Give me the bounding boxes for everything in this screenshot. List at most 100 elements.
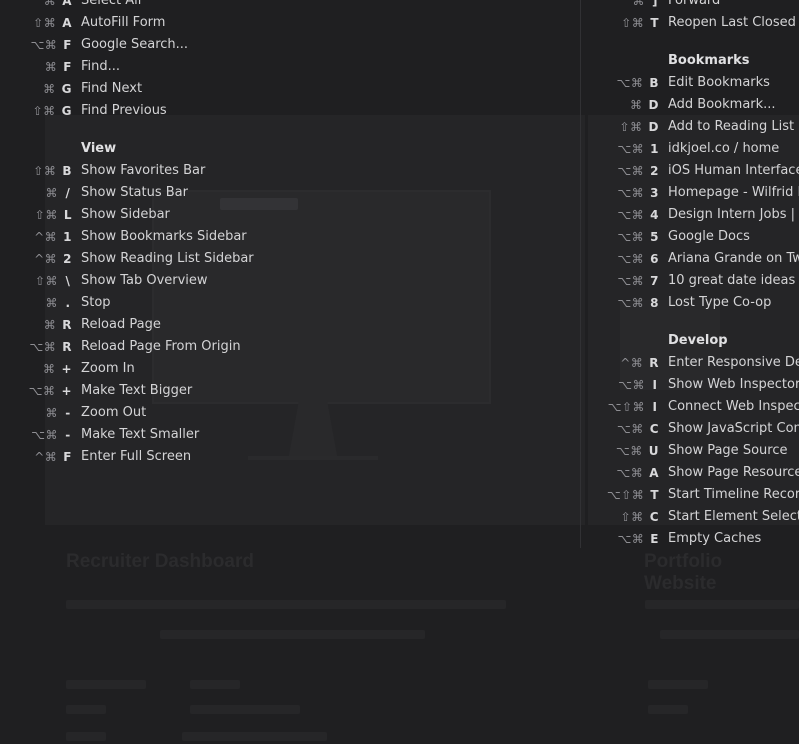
modifier-keys: ⌥⌘ bbox=[617, 186, 645, 200]
background-text-line bbox=[66, 600, 506, 609]
shortcut-row: ⇧⌘ T Reopen Last Closed T bbox=[0, 12, 799, 34]
shortcut-label: Design Intern Jobs | L bbox=[668, 207, 799, 222]
shortcut-label: Add Bookmark... bbox=[668, 97, 776, 112]
shortcut-keys: ⇧⌘ T bbox=[0, 12, 659, 34]
modifier-keys: ⌥⇧⌘ bbox=[606, 488, 645, 502]
shortcut-label: Homepage - Wilfrid La bbox=[668, 185, 799, 200]
shortcut-keys: ⌥⌘ 2 bbox=[0, 160, 659, 182]
shortcut-key: C bbox=[649, 422, 659, 436]
background-text-line bbox=[66, 705, 106, 714]
section-header: Bookmarks bbox=[668, 53, 750, 68]
shortcut-key: R bbox=[649, 356, 659, 370]
background-text-line bbox=[182, 732, 327, 741]
modifier-keys: ⌥⌘ bbox=[615, 444, 643, 458]
background-text-line bbox=[645, 600, 799, 609]
shortcut-key: D bbox=[648, 98, 659, 112]
shortcut-row: ⌥⌘ U Show Page Source bbox=[0, 440, 799, 462]
shortcut-row: ⇧⌘ C Start Element Selectio bbox=[0, 506, 799, 528]
shortcut-row: ⌥⌘ 8 Lost Type Co-op bbox=[0, 292, 799, 314]
shortcut-row: ⌥⌘ 5 Google Docs bbox=[0, 226, 799, 248]
background-text-line bbox=[66, 732, 106, 741]
shortcut-keys: ⌥⌘ C bbox=[0, 418, 659, 440]
modifier-keys: ⌥⌘ bbox=[617, 532, 645, 546]
shortcut-label: Reopen Last Closed T bbox=[668, 15, 799, 30]
shortcut-row: ⌘] Forward bbox=[0, 0, 799, 12]
shortcut-label: Add to Reading List bbox=[668, 119, 795, 134]
shortcut-keys: ^⌘ R bbox=[0, 352, 659, 374]
modifier-keys: ⇧⌘ bbox=[620, 510, 644, 524]
shortcut-key: 6 bbox=[650, 252, 659, 266]
shortcut-row: ⌥⌘ 1 idkjoel.co / home bbox=[0, 138, 799, 160]
background-text-line bbox=[66, 680, 146, 689]
modifier-keys: ^⌘ bbox=[620, 356, 644, 370]
modifier-keys: ⌘ bbox=[630, 98, 643, 112]
shortcut-key: 8 bbox=[650, 296, 659, 310]
shortcut-label: 10 great date ideas in bbox=[668, 273, 799, 288]
modifier-keys: ⌥⌘ bbox=[617, 164, 645, 178]
shortcut-label: Forward bbox=[668, 0, 721, 8]
background-right-heading: Portfolio Website bbox=[644, 551, 723, 594]
shortcut-key: A bbox=[649, 466, 659, 480]
shortcut-label: Empty Caches bbox=[668, 531, 762, 546]
shortcut-key: 4 bbox=[650, 208, 659, 222]
shortcut-label: idkjoel.co / home bbox=[668, 141, 780, 156]
modifier-keys: ⌥⌘ bbox=[616, 76, 644, 90]
shortcut-key: E bbox=[650, 532, 659, 546]
shortcut-key: T bbox=[650, 16, 659, 30]
shortcut-row: ⌥⌘ B Edit Bookmarks bbox=[0, 72, 799, 94]
modifier-keys: ⌘ bbox=[632, 0, 645, 8]
shortcut-keys: ⌥⌘ U bbox=[0, 440, 659, 462]
shortcut-key: 7 bbox=[650, 274, 659, 288]
shortcut-row: ⇧⌘ D Add to Reading List bbox=[0, 116, 799, 138]
shortcut-label: Ariana Grande on Twit bbox=[668, 251, 799, 266]
modifier-keys: ⌘ bbox=[43, 318, 57, 332]
shortcut-row: ^⌘ R Enter Responsive Des bbox=[0, 352, 799, 374]
modifier-keys: ⌥⌘ bbox=[617, 142, 645, 156]
shortcut-row: ⌥⌘ E Empty Caches bbox=[0, 528, 799, 550]
shortcut-label: Google Search... bbox=[81, 37, 189, 52]
shortcut-keys: ⌥⌘ 8 bbox=[0, 292, 659, 314]
shortcut-keys: ⌥⌘ 6 bbox=[0, 248, 659, 270]
shortcut-key: T bbox=[650, 488, 659, 502]
shortcut-label: iOS Human Interface G bbox=[668, 163, 799, 178]
shortcut-row: ⌥⌘ I Show Web Inspector bbox=[0, 374, 799, 396]
shortcut-label: Show Page Source bbox=[668, 443, 788, 458]
shortcut-keys: ⌘] bbox=[0, 0, 659, 12]
shortcut-key: I bbox=[652, 378, 658, 392]
section-header: Develop bbox=[668, 333, 728, 348]
modifier-keys: ⌥⌘ bbox=[617, 208, 645, 222]
shortcut-key: 3 bbox=[650, 186, 659, 200]
background-text-line bbox=[190, 680, 240, 689]
background-text-line bbox=[648, 680, 708, 689]
shortcut-row: ⌥⇧⌘ T Start Timeline Record bbox=[0, 484, 799, 506]
shortcut-key: B bbox=[649, 76, 659, 90]
shortcut-keys: ⌥⌘ A bbox=[0, 462, 659, 484]
modifier-keys: ⌥⌘ bbox=[618, 378, 645, 392]
shortcut-label: Google Docs bbox=[668, 229, 750, 244]
shortcut-label: Connect Web Inspect bbox=[668, 399, 799, 414]
background-left-heading: Recruiter Dashboard bbox=[66, 551, 254, 572]
shortcut-key: R bbox=[62, 318, 72, 332]
shortcut-key: U bbox=[648, 444, 659, 458]
shortcut-row: ⌥⌘ A Show Page Resources bbox=[0, 462, 799, 484]
shortcut-keys: ⌥⌘ F bbox=[0, 34, 72, 56]
shortcut-keys: ⌥⇧⌘ I bbox=[0, 396, 659, 418]
shortcut-keys: ⌘ D bbox=[0, 94, 659, 116]
shortcut-label: Enter Responsive Des bbox=[668, 355, 799, 370]
modifier-keys: ⌥⌘ bbox=[30, 38, 58, 52]
modifier-keys: ⌥⌘ bbox=[617, 252, 645, 266]
shortcut-row: ⌘ D Add Bookmark... bbox=[0, 94, 799, 116]
shortcut-row: ⌥⇧⌘ I Connect Web Inspect bbox=[0, 396, 799, 418]
modifier-keys: ⌥⌘ bbox=[617, 296, 645, 310]
shortcut-key: 2 bbox=[650, 164, 659, 178]
shortcut-keys: ⌥⇧⌘ T bbox=[0, 484, 659, 506]
shortcut-label: Edit Bookmarks bbox=[668, 75, 770, 90]
shortcut-keys: ⇧⌘ D bbox=[0, 116, 659, 138]
shortcut-label: Start Element Selectio bbox=[668, 509, 799, 524]
shortcut-label: Show JavaScript Cons bbox=[668, 421, 799, 436]
shortcut-keys: ⌥⌘ B bbox=[0, 72, 659, 94]
shortcut-row: ⌥⌘ 3 Homepage - Wilfrid La bbox=[0, 182, 799, 204]
shortcut-keys: ⌥⌘ E bbox=[0, 528, 659, 550]
shortcut-row: ⌥⌘ 2 iOS Human Interface G bbox=[0, 160, 799, 182]
shortcut-row: ⌥⌘ C Show JavaScript Cons bbox=[0, 418, 799, 440]
